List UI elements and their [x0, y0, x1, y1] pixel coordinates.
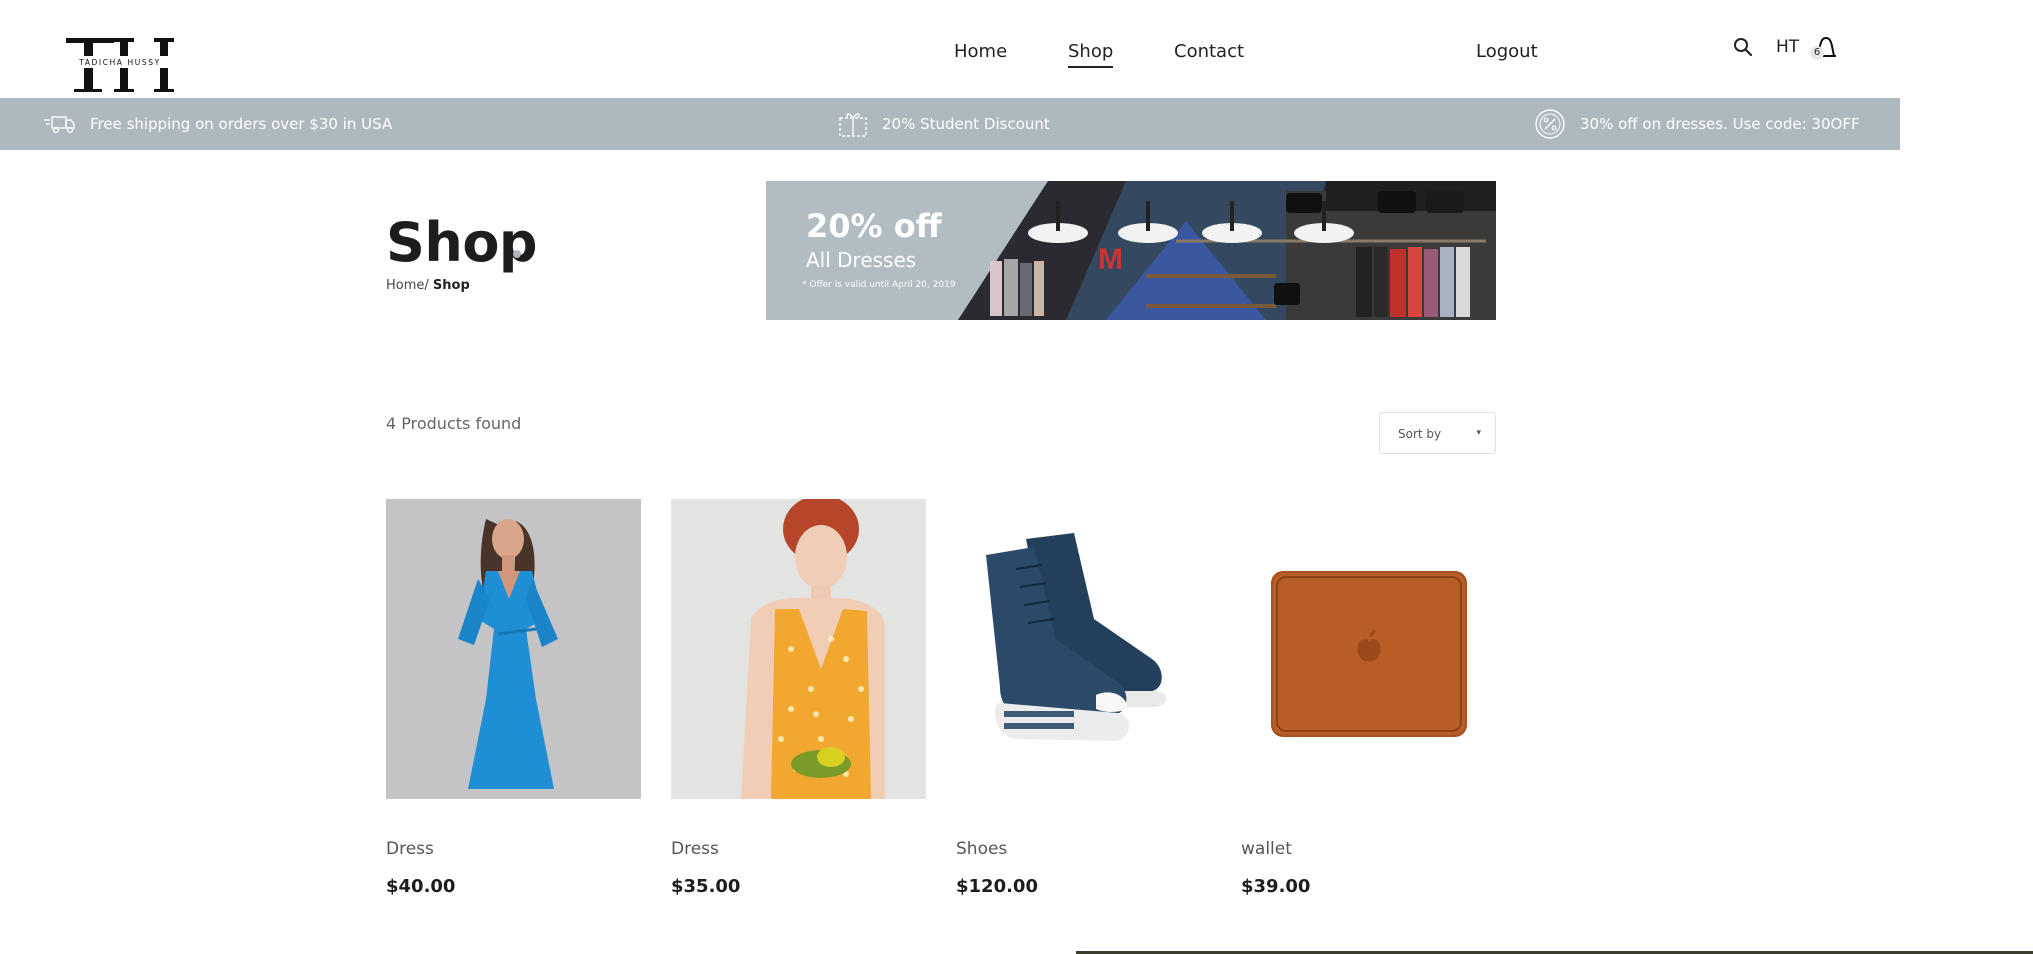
product-price: $35.00	[671, 876, 741, 897]
product-image-wallet[interactable]	[1241, 499, 1496, 799]
nav-home[interactable]: Home	[954, 40, 1007, 64]
nav-contact[interactable]: Contact	[1174, 40, 1244, 64]
product-card[interactable]: Dress $40.00	[386, 499, 641, 897]
product-name[interactable]: Dress	[671, 838, 719, 860]
product-name[interactable]: Dress	[386, 838, 434, 860]
breadcrumb: Home/ Shop	[386, 278, 470, 294]
chevron-down-icon: ▾	[1476, 428, 1481, 438]
product-price: $40.00	[386, 876, 456, 897]
product-price: $120.00	[956, 876, 1038, 897]
promo-text: 20% Student Discount	[882, 115, 1050, 133]
banner-headline: 20% off	[806, 207, 942, 245]
product-card[interactable]: Dress $35.00	[671, 499, 926, 897]
nav-shop[interactable]: Shop	[1068, 40, 1114, 68]
product-price: $39.00	[1241, 876, 1311, 897]
percent-badge-icon	[1535, 109, 1565, 139]
title-accent-dot	[513, 250, 521, 258]
site-header: TADICHA HUSSY Home Shop Contact Logout H…	[0, 0, 2033, 98]
breadcrumb-home[interactable]: Home/	[386, 278, 429, 293]
logo-text: TADICHA HUSSY	[78, 58, 161, 67]
user-initials[interactable]: HT	[1776, 36, 1799, 58]
product-card[interactable]: Shoes $120.00	[956, 499, 1211, 897]
products-count: 4 Products found	[386, 414, 522, 433]
nav-logout[interactable]: Logout	[1476, 40, 1538, 64]
product-image-yellow-dress[interactable]	[671, 499, 926, 799]
sort-select[interactable]: Sort by ▾	[1379, 412, 1496, 454]
breadcrumb-current: Shop	[432, 278, 470, 293]
logo-mark: TADICHA HUSSY	[66, 38, 174, 92]
cart-button[interactable]: 6	[1808, 34, 1844, 64]
product-card[interactable]: wallet $39.00	[1241, 499, 1496, 897]
svg-text:M: M	[1098, 243, 1123, 276]
sort-label: Sort by	[1398, 427, 1442, 441]
promo-free-shipping: Free shipping on orders over $30 in USA	[42, 98, 392, 150]
coupon-icon	[839, 113, 867, 137]
promo-banner[interactable]: M 20% off All Dresses * Offer is valid u…	[766, 181, 1496, 320]
banner-subline: All Dresses	[806, 248, 917, 272]
page-title: Shop	[386, 211, 538, 274]
promo-dress-code: 30% off on dresses. Use code: 30OFF	[1534, 98, 1860, 150]
product-name[interactable]: wallet	[1241, 838, 1292, 860]
promo-bar: Free shipping on orders over $30 in USA …	[0, 98, 1900, 150]
product-name[interactable]: Shoes	[956, 838, 1007, 860]
brand-logo[interactable]: TADICHA HUSSY	[64, 36, 176, 94]
cart-count-badge: 6	[1810, 46, 1824, 60]
delivery-truck-icon	[44, 116, 75, 134]
banner-note: * Offer is valid until April 20, 2019	[802, 280, 956, 290]
promo-student-discount: 20% Student Discount	[838, 98, 1050, 150]
promo-text: Free shipping on orders over $30 in USA	[90, 115, 393, 133]
product-image-shoes[interactable]	[956, 499, 1211, 799]
search-icon[interactable]	[1732, 36, 1754, 58]
promo-text: 30% off on dresses. Use code: 30OFF	[1580, 115, 1860, 133]
product-image-blue-dress[interactable]	[386, 499, 641, 799]
